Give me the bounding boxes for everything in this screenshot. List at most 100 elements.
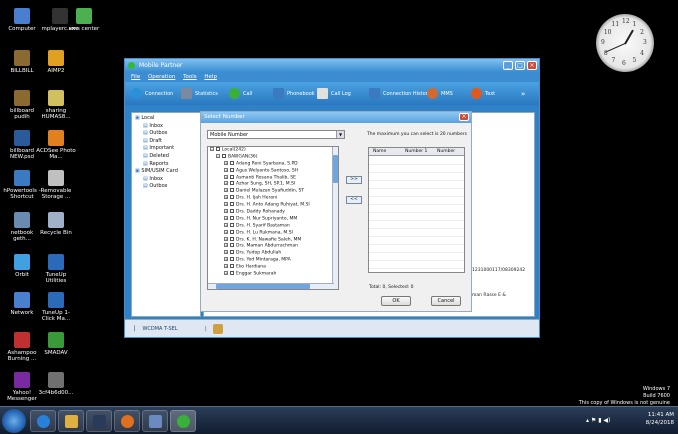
desktop-icon[interactable]: TuneUp Utilities [36, 254, 76, 284]
contact-checkbox[interactable] [230, 215, 234, 220]
desktop-icon[interactable]: Recycle Bin [36, 212, 76, 236]
expand-icon[interactable]: + [224, 250, 228, 255]
contact-row[interactable]: + Adang Roni Syarbana, S.PD [208, 160, 338, 168]
contact-checkbox[interactable] [230, 257, 234, 262]
contact-row[interactable]: + Drs. H. Lu Rukmana, M.SI [208, 229, 338, 237]
menu-tools[interactable]: Tools [183, 74, 197, 80]
menu-operation[interactable]: Operation [148, 74, 175, 80]
contact-checkbox[interactable] [230, 250, 234, 255]
expand-icon[interactable]: + [224, 271, 228, 276]
folder-tree-item[interactable]: ▤ Reports [135, 161, 197, 169]
contact-row[interactable]: + Drs. H. Syarif Bastaman [208, 222, 338, 230]
desktop-icon[interactable]: ACDSee Photo Ma... [36, 130, 76, 160]
contact-row[interactable]: + Drs. Yudop Abdullah [208, 250, 338, 257]
toolbar-button[interactable]: Statistics [181, 88, 218, 100]
folder-tree-item[interactable]: ▤ Draft [135, 138, 197, 146]
contact-row[interactable]: + Eko Hardiana [208, 264, 338, 271]
contact-row[interactable]: + Asmanti Rosana Thalib, SE [208, 174, 338, 182]
folder-tree-item[interactable]: ▤ Deleted [135, 153, 197, 161]
system-tray-icons[interactable]: ▴ ⚑ ▮ ◀) [586, 417, 626, 427]
tray-clock[interactable]: 11:41 AM 8/24/2018 [646, 411, 674, 427]
folder-tree-item[interactable]: ▤ Outbox [135, 130, 197, 138]
toolbar-button[interactable]: Phonebook [273, 88, 315, 100]
expand-icon[interactable]: + [224, 167, 228, 172]
desktop-icon[interactable]: Removable Storage ... [36, 170, 76, 200]
contact-row[interactable]: + Drs. Yod Mintaraga, MPA [208, 257, 338, 264]
taskbar-mobile-partner[interactable] [170, 410, 196, 432]
toolbar-button[interactable]: Connection [131, 88, 173, 100]
close-button[interactable]: × [527, 61, 537, 70]
column-header-number[interactable]: Number [437, 148, 455, 156]
expand-icon[interactable]: + [224, 222, 228, 227]
desktop-icon[interactable]: Computer [2, 8, 42, 32]
contacts-horizontal-scrollbar[interactable] [208, 283, 334, 289]
expand-icon[interactable]: + [224, 209, 228, 214]
folder-tree-item[interactable]: ▣ SIM/USIM Card [135, 168, 197, 176]
taskbar-media[interactable] [86, 410, 112, 432]
taskbar-explorer[interactable] [58, 410, 84, 432]
contact-checkbox[interactable] [230, 209, 234, 214]
scrollbar-thumb[interactable] [333, 155, 338, 183]
contact-checkbox[interactable] [230, 229, 234, 234]
folder-tree-item[interactable]: ▤ Inbox [135, 176, 197, 184]
desktop-icon[interactable]: SMADAV [36, 332, 76, 356]
minimize-button[interactable]: _ [503, 61, 513, 70]
contact-row[interactable]: + Drs. H. Nur Supriyanto, MM [208, 215, 338, 223]
remove-contacts-button[interactable]: << [346, 196, 362, 204]
contact-checkbox[interactable] [230, 236, 234, 241]
contact-checkbox[interactable] [230, 174, 234, 179]
expand-icon[interactable]: + [224, 236, 228, 241]
contact-row[interactable]: + Drs. H. Ijah Herani [208, 195, 338, 202]
window-titlebar[interactable]: Mobile Partner _ □ × [125, 59, 539, 72]
contact-checkbox[interactable] [230, 160, 234, 165]
contact-checkbox[interactable] [230, 181, 234, 186]
menu-file[interactable]: File [131, 74, 140, 80]
contact-checkbox[interactable] [230, 188, 234, 193]
contact-row[interactable]: + Drs. K. H. Nawafie Saleh, MM [208, 236, 338, 244]
menu-help[interactable]: Help [204, 74, 217, 80]
contact-checkbox[interactable] [230, 167, 234, 172]
contact-row[interactable]: + Enggar Sukmarah [208, 271, 338, 278]
chevron-down-icon[interactable]: ▼ [336, 131, 344, 138]
expand-icon[interactable]: + [224, 257, 228, 262]
expand-icon[interactable]: + [224, 174, 228, 179]
desktop-icon[interactable]: AIMP2 [36, 50, 76, 74]
contact-checkbox[interactable] [216, 147, 220, 151]
expand-icon[interactable]: + [224, 195, 228, 200]
expand-icon[interactable]: + [224, 160, 228, 165]
expand-icon[interactable]: + [224, 229, 228, 234]
contact-checkbox[interactable] [222, 153, 226, 158]
taskbar-firefox[interactable] [114, 410, 140, 432]
scrollbar-thumb[interactable] [216, 284, 310, 289]
folder-tree-item[interactable]: ▤ Inbox [135, 123, 197, 131]
toolbar-button[interactable]: MMS [427, 88, 453, 100]
column-header-number-1[interactable]: Number 1 [405, 148, 427, 156]
desktop-icon[interactable]: sms center [64, 8, 104, 32]
folder-tree-item[interactable]: ▣ Local [135, 115, 197, 123]
expand-icon[interactable]: + [224, 188, 228, 193]
contact-row[interactable]: + Daniel Mulazan Syafiuddin, ST [208, 188, 338, 195]
contact-row[interactable]: + Azhar Sung, SH, SP.1, M.SI [208, 181, 338, 188]
add-contacts-button[interactable]: >> [346, 176, 362, 184]
contact-row[interactable]: + Drs. Daddy Rohanady [208, 209, 338, 216]
contact-checkbox[interactable] [230, 271, 234, 276]
expand-icon[interactable]: + [224, 215, 228, 220]
contact-checkbox[interactable] [230, 202, 234, 207]
expand-icon[interactable]: + [224, 202, 228, 207]
expand-icon[interactable]: + [224, 243, 228, 248]
contacts-vertical-scrollbar[interactable] [332, 147, 338, 289]
start-button[interactable] [2, 409, 26, 433]
cancel-button[interactable]: Cancel [431, 296, 461, 306]
contact-checkbox[interactable] [230, 222, 234, 227]
contact-row[interactable]: + Drs. H. Anto Adang Ruhiyat, M.SI [208, 202, 338, 209]
expand-icon[interactable]: + [224, 264, 228, 269]
toolbar-button[interactable]: Call Log [317, 88, 351, 100]
ok-button[interactable]: OK [381, 296, 411, 306]
toolbar-button[interactable]: Text [471, 88, 495, 100]
expand-icon[interactable]: − [210, 147, 214, 151]
contact-checkbox[interactable] [230, 195, 234, 200]
contact-row[interactable]: + Agus Welyanto Santoso, SH [208, 167, 338, 175]
toolbar-button[interactable]: Connection History [369, 88, 431, 100]
dialog-close-button[interactable]: × [459, 113, 469, 121]
contact-checkbox[interactable] [230, 264, 234, 269]
